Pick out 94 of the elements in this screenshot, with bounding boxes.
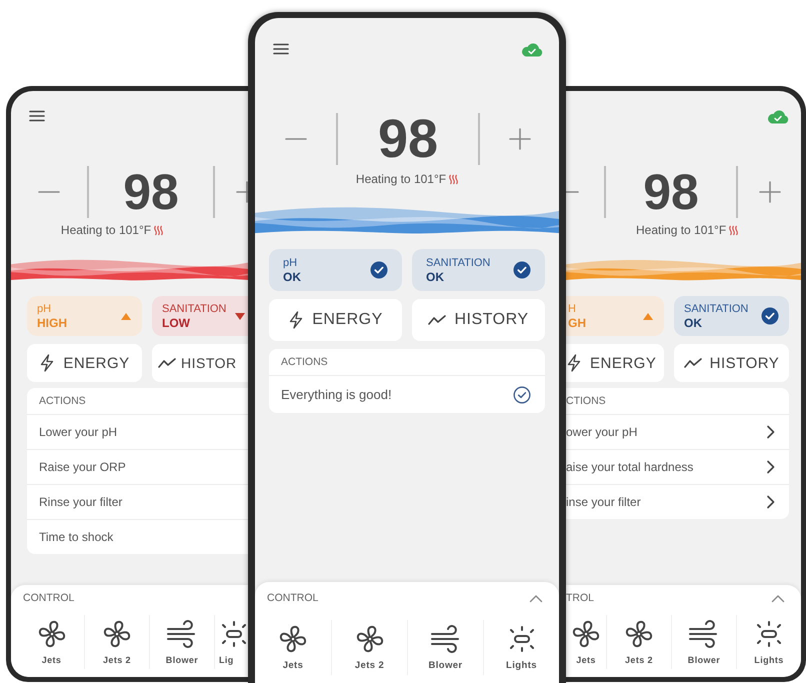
fan-icon xyxy=(278,624,308,654)
triangle-up-icon xyxy=(642,312,654,320)
trend-line-icon xyxy=(428,314,446,326)
plus-icon[interactable] xyxy=(236,181,248,203)
control-toggle[interactable]: Jets 2 xyxy=(331,620,407,675)
section-heading: CTIONS xyxy=(566,388,789,415)
action-text: Raise your ORP xyxy=(39,460,126,474)
status-label: SANITATION xyxy=(684,302,748,316)
control-toggle[interactable]: Lights xyxy=(736,615,801,669)
fan-icon xyxy=(571,619,601,649)
plus-icon[interactable] xyxy=(508,128,530,150)
control-toggle[interactable]: Jets 2 xyxy=(606,615,671,669)
triangle-up-icon xyxy=(120,312,132,320)
action-item[interactable]: Everything is good! xyxy=(269,376,545,413)
lightning-bolt-icon xyxy=(288,311,304,329)
fan-icon xyxy=(624,619,654,649)
action-text: inse your filter xyxy=(566,495,641,509)
action-item[interactable]: ower your pH xyxy=(566,415,789,450)
chevron-right-icon[interactable] xyxy=(766,425,775,439)
action-text: Everything is good! xyxy=(281,387,392,402)
fan-icon xyxy=(36,619,66,649)
heat-waves-icon xyxy=(449,174,458,184)
energy-button[interactable]: ENERGY xyxy=(269,299,402,341)
menu-icon[interactable] xyxy=(29,110,45,122)
trend-line-icon xyxy=(684,357,702,369)
action-text: Rinse your filter xyxy=(39,495,122,509)
section-heading: CONTROL xyxy=(23,592,74,604)
status-value: HIGH xyxy=(37,316,67,330)
temperature-value: 98 xyxy=(642,163,700,221)
status-label: SANITATION xyxy=(162,302,226,316)
heat-waves-icon xyxy=(154,224,164,236)
action-text: Time to shock xyxy=(39,530,114,544)
chevron-right-icon[interactable] xyxy=(766,495,775,509)
chevron-right-icon[interactable] xyxy=(766,460,775,474)
control-toggle[interactable]: Lights xyxy=(483,620,559,675)
status-card[interactable]: SANITATION OK xyxy=(674,296,789,336)
status-value: LOW xyxy=(162,316,191,330)
heating-status: Heating to 101°F xyxy=(356,171,446,187)
control-toggle[interactable]: Jets xyxy=(255,620,331,675)
plus-icon[interactable] xyxy=(758,181,780,203)
temperature-value: 98 xyxy=(376,108,440,170)
status-label: pH xyxy=(283,256,298,270)
status-value: OK xyxy=(426,270,445,284)
action-item[interactable]: Time to shock xyxy=(27,520,248,554)
section-heading: CONTROL xyxy=(267,592,318,604)
wind-icon xyxy=(688,619,720,649)
caret-up-icon[interactable] xyxy=(529,594,543,602)
control-toggle[interactable]: Blower xyxy=(149,615,214,669)
heating-status: Heating to 101°F xyxy=(60,222,152,238)
check-circle-icon xyxy=(370,261,388,279)
action-item[interactable]: inse your filter xyxy=(566,485,789,519)
status-value: GH xyxy=(568,316,586,330)
status-label: pH xyxy=(37,302,52,316)
status-value: OK xyxy=(684,316,703,330)
lightning-bolt-icon xyxy=(566,354,582,372)
wind-icon xyxy=(166,619,198,649)
action-text: aise your total hardness xyxy=(566,460,694,474)
status-value: OK xyxy=(283,270,301,284)
status-label: H xyxy=(568,302,577,316)
heating-status: Heating to 101°F xyxy=(636,222,726,238)
light-bar-icon xyxy=(219,619,248,649)
history-button[interactable]: HISTORY xyxy=(674,344,789,382)
check-circle-icon xyxy=(513,261,531,279)
control-toggle[interactable]: Blower xyxy=(407,620,483,675)
triangle-down-icon xyxy=(234,312,246,320)
control-toggle[interactable]: Jets 2 xyxy=(84,615,149,669)
status-label: SANITATION xyxy=(426,256,490,270)
light-bar-icon xyxy=(754,619,784,649)
section-heading: TROL xyxy=(566,592,594,604)
wind-icon xyxy=(430,624,462,654)
status-card[interactable]: SANITATION LOW xyxy=(152,296,248,336)
menu-icon[interactable] xyxy=(273,43,289,55)
energy-button[interactable]: ENERGY xyxy=(27,344,142,382)
caret-up-icon[interactable] xyxy=(771,594,785,602)
fan-icon xyxy=(102,619,132,649)
history-button[interactable]: HISTOR xyxy=(152,344,248,382)
check-circle-icon xyxy=(761,307,779,325)
fan-icon xyxy=(354,624,384,654)
lightning-bolt-icon xyxy=(39,354,56,372)
control-toggle[interactable]: Jets xyxy=(19,615,84,669)
action-text: ower your pH xyxy=(566,425,638,439)
heat-waves-icon xyxy=(729,224,738,236)
history-button[interactable]: HISTORY xyxy=(412,299,545,341)
action-text: Lower your pH xyxy=(39,425,118,439)
check-circle-icon xyxy=(513,386,531,404)
control-toggle[interactable]: Jets xyxy=(566,615,606,669)
temperature-value: 98 xyxy=(122,163,180,221)
energy-button[interactable]: ENERGY xyxy=(566,344,664,382)
section-heading: ACTIONS xyxy=(269,349,545,376)
control-toggle[interactable]: Blower xyxy=(671,615,736,669)
action-item[interactable]: aise your total hardness xyxy=(566,450,789,485)
trend-line-icon xyxy=(158,357,176,369)
status-card[interactable]: SANITATION OK xyxy=(412,249,545,291)
status-card[interactable]: pH OK xyxy=(269,249,402,291)
